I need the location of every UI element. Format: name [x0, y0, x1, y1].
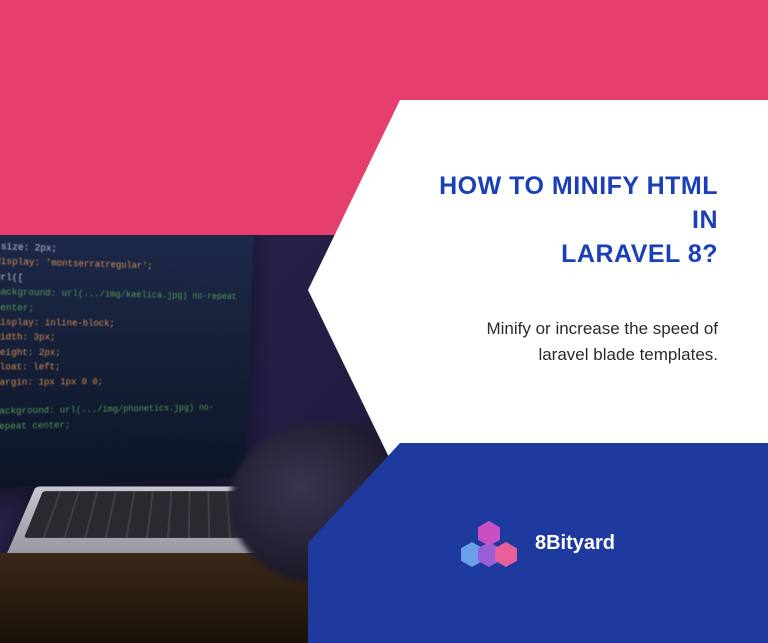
text-panel: HOW TO MINIFY HTML IN LARAVEL 8? Minify …: [308, 100, 768, 480]
brand-footer-block: 8Bityard: [308, 443, 768, 643]
main-title: HOW TO MINIFY HTML IN LARAVEL 8?: [408, 170, 718, 271]
subtitle-text: Minify or increase the speed of laravel …: [486, 316, 718, 367]
code-snippet: -size: 2px; display: 'montserratregular'…: [0, 235, 254, 455]
brand-name: 8Bityard: [535, 532, 615, 555]
brand-logo-icon: [461, 519, 517, 567]
laptop-screen: -size: 2px; display: 'montserratregular'…: [0, 235, 254, 489]
promo-graphic: -size: 2px; display: 'montserratregular'…: [0, 0, 768, 643]
